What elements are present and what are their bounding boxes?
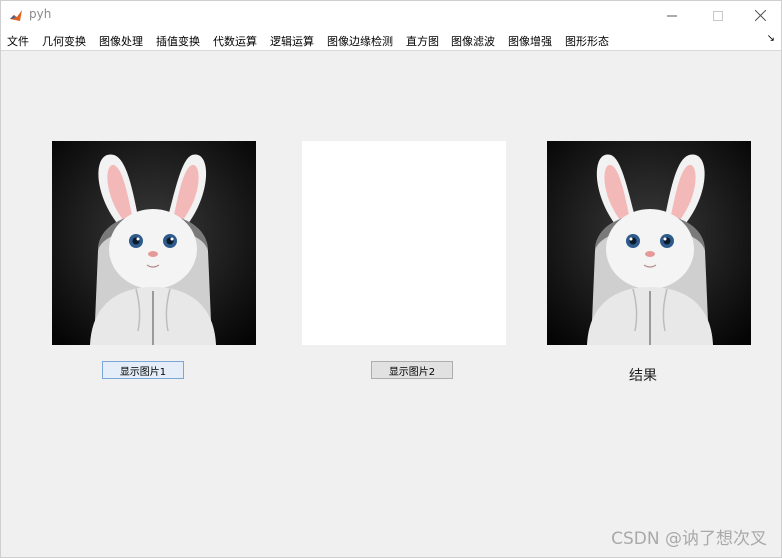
bunny-image-1 — [52, 141, 256, 345]
csdn-watermark: CSDN @讷了想次叉 — [611, 529, 767, 549]
menu-edge-detection[interactable]: 图像边缘检测 — [327, 33, 393, 49]
show-image-2-button[interactable]: 显示图片2 — [371, 361, 453, 379]
result-image-panel — [547, 141, 751, 345]
menu-image-processing[interactable]: 图像处理 — [99, 33, 143, 49]
image-panel-2 — [302, 141, 506, 345]
menu-overflow-arrow-icon[interactable]: ↘ — [767, 33, 775, 44]
maximize-button[interactable] — [695, 1, 741, 30]
menu-image-enhance[interactable]: 图像增强 — [508, 33, 552, 49]
window-title: pyh — [29, 7, 52, 21]
menu-file[interactable]: 文件 — [7, 33, 29, 49]
menu-geometric-transform[interactable]: 几何变换 — [42, 33, 86, 49]
menu-bar: 文件 几何变换 图像处理 插值变换 代数运算 逻辑运算 图像边缘检测 直方图 图… — [1, 30, 781, 51]
result-label: 结果 — [629, 368, 657, 384]
app-window: pyh 文件 几何变换 图像处理 插值变换 代数运算 逻辑运算 图像边缘检测 直… — [0, 0, 782, 558]
image-panel-1 — [52, 141, 256, 345]
matlab-logo-icon — [9, 8, 23, 23]
minimize-button[interactable] — [649, 1, 695, 30]
show-image-1-button[interactable]: 显示图片1 — [102, 361, 184, 379]
menu-morphology[interactable]: 图形形态 — [565, 33, 609, 49]
menu-logic-ops[interactable]: 逻辑运算 — [270, 33, 314, 49]
menu-algebraic-ops[interactable]: 代数运算 — [213, 33, 257, 49]
menu-histogram[interactable]: 直方图 — [406, 33, 439, 49]
title-bar[interactable]: pyh — [1, 1, 781, 30]
close-button[interactable] — [737, 1, 782, 30]
bunny-image-result — [547, 141, 751, 345]
menu-interpolation[interactable]: 插值变换 — [156, 33, 200, 49]
menu-image-filter[interactable]: 图像滤波 — [451, 33, 495, 49]
